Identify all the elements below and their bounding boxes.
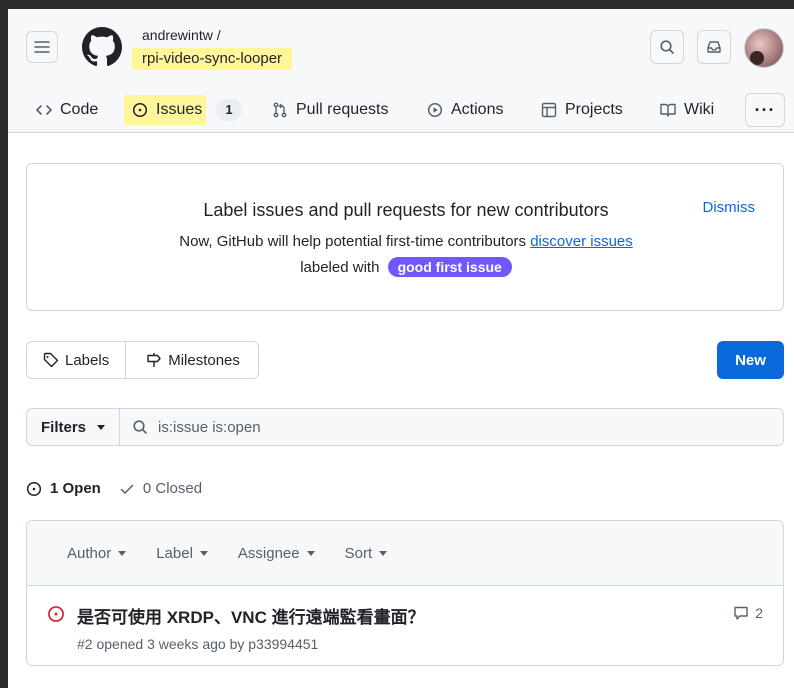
tab-projects[interactable]: Projects: [533, 95, 631, 125]
book-icon: [660, 103, 676, 117]
new-contributors-banner: Label issues and pull requests for new c…: [26, 163, 784, 311]
list-item: 是否可使用 XRDP、VNC 進行遠端監看畫面？ #2 opened 3 wee…: [27, 586, 783, 665]
author-filter-label: Author: [67, 544, 112, 562]
search-icon: [660, 40, 674, 54]
issue-comments-count: 2: [755, 605, 763, 621]
tab-actions-label: Actions: [451, 101, 504, 118]
banner-line2-text: labeled with: [300, 259, 380, 276]
issues-count-badge: 1: [216, 95, 242, 125]
code-icon: [36, 105, 52, 115]
user-avatar[interactable]: [744, 28, 784, 68]
issue-title-link[interactable]: 是否可使用 XRDP、VNC 進行遠端監看畫面？: [77, 603, 425, 628]
issues-list: Author Label Assignee Sort 是否可使用 XRDP、VN…: [26, 520, 784, 666]
filters-label: Filters: [41, 418, 87, 436]
issue-meta: #2 opened 3 weeks ago by p33994451: [77, 636, 319, 652]
open-issues-link[interactable]: 1 Open: [26, 480, 101, 497]
check-icon: [120, 484, 134, 494]
search-button[interactable]: [650, 30, 684, 64]
tab-actions[interactable]: Actions: [419, 95, 511, 125]
open-issues-count: 1 Open: [50, 480, 101, 497]
issue-opened-icon: [26, 481, 42, 496]
label-filter-label: Label: [156, 544, 193, 562]
issues-counter: 1: [216, 99, 242, 121]
issue-search: [120, 409, 783, 445]
tab-wiki[interactable]: Wiki: [652, 95, 722, 125]
milestones-button-label: Milestones: [168, 351, 240, 369]
closed-issues-count: 0 Closed: [142, 480, 203, 497]
hamburger-icon: [34, 41, 50, 53]
tab-code[interactable]: Code: [28, 95, 106, 125]
tab-pull-requests[interactable]: Pull requests: [264, 95, 397, 125]
tab-issues-label: Issues: [156, 101, 203, 118]
repo-nav: Code Issues 1 Pull requests Actions Proj…: [8, 89, 794, 133]
assignee-filter[interactable]: Assignee: [238, 545, 315, 562]
banner-line2: labeled with good first issue: [27, 257, 785, 277]
chevron-down-icon: [118, 550, 127, 556]
filters-bar: Filters: [26, 408, 784, 446]
banner-description: Now, GitHub will help potential first-ti…: [27, 233, 785, 250]
labels-button-label: Labels: [65, 351, 110, 369]
banner-title: Label issues and pull requests for new c…: [203, 200, 609, 220]
good-first-issue-label[interactable]: good first issue: [387, 257, 512, 277]
dismiss-link[interactable]: Dismiss: [703, 199, 756, 216]
sort-filter[interactable]: Sort: [345, 545, 388, 562]
new-issue-button[interactable]: New: [717, 341, 784, 379]
issues-list-header: Author Label Assignee Sort: [27, 521, 783, 586]
issue-opened-icon: [48, 606, 64, 622]
table-icon: [541, 102, 557, 118]
more-tabs-button[interactable]: ···: [745, 93, 785, 127]
github-page: andrewintw / rpi-video-sync-looper Code …: [8, 9, 794, 688]
comment-icon: [734, 606, 748, 620]
chevron-down-icon: [306, 550, 315, 556]
labels-milestones-group: Labels Milestones: [26, 341, 259, 379]
chevron-down-icon: [379, 550, 388, 556]
tag-icon: [43, 352, 59, 368]
tab-issues[interactable]: Issues: [124, 95, 207, 125]
sort-filter-label: Sort: [344, 544, 373, 562]
chevron-down-icon: [199, 550, 208, 556]
tab-code-label: Code: [60, 101, 99, 118]
inbox-icon: [707, 41, 721, 53]
author-filter[interactable]: Author: [67, 544, 127, 562]
chevron-down-icon: [97, 424, 106, 430]
inbox-button[interactable]: [697, 30, 731, 64]
issue-state-toggle: 1 Open 0 Closed: [26, 480, 202, 497]
banner-line1-text: Now, GitHub will help potential first-ti…: [179, 233, 527, 250]
issue-search-input[interactable]: [158, 418, 759, 436]
repo-owner-link[interactable]: andrewintw /: [142, 27, 221, 43]
issue-comments-link[interactable]: 2: [733, 605, 763, 621]
tab-wiki-label: Wiki: [684, 101, 715, 118]
repo-header: andrewintw / rpi-video-sync-looper Code …: [8, 9, 794, 133]
label-filter[interactable]: Label: [156, 545, 208, 562]
discover-issues-link[interactable]: discover issues: [530, 233, 633, 250]
repo-name-link[interactable]: rpi-video-sync-looper: [132, 48, 293, 70]
tab-projects-label: Projects: [565, 101, 623, 118]
assignee-filter-label: Assignee: [237, 544, 300, 562]
milestone-icon: [147, 353, 161, 367]
milestones-button[interactable]: Milestones: [125, 342, 258, 378]
labels-button[interactable]: Labels: [27, 342, 125, 378]
menu-button[interactable]: [26, 31, 58, 63]
filters-dropdown[interactable]: Filters: [27, 409, 121, 445]
tab-pull-requests-label: Pull requests: [296, 101, 389, 118]
search-icon: [133, 420, 147, 434]
github-logo-icon[interactable]: [82, 27, 122, 67]
play-circle-icon: [427, 102, 443, 118]
issue-opened-icon: [132, 102, 148, 118]
closed-issues-link[interactable]: 0 Closed: [119, 480, 202, 497]
git-pull-request-icon: [273, 102, 287, 118]
